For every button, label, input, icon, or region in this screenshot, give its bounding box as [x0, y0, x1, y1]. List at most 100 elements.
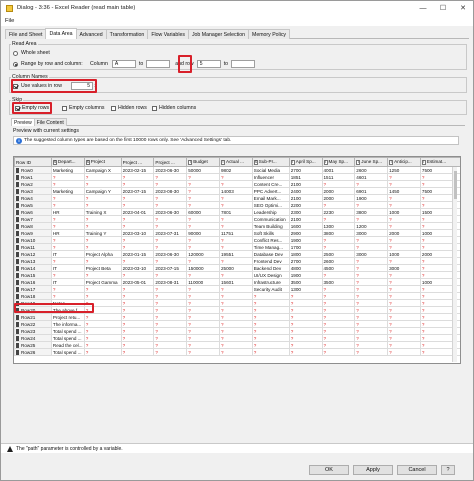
table-cell: 2023-03-10: [120, 264, 155, 272]
table-cell: 2023-08-31: [153, 278, 188, 286]
table-cell: Email Mark...: [251, 194, 290, 202]
tab-file-content[interactable]: File Content: [33, 118, 67, 126]
column-from-field[interactable]: A: [111, 60, 136, 68]
cancel-button[interactable]: Cancel: [397, 465, 437, 475]
tab-transformation[interactable]: Transformation: [105, 29, 149, 39]
table-cell: ?: [186, 313, 220, 321]
table-cell: 3800: [354, 208, 389, 216]
column-header[interactable]: Row ID: [14, 157, 52, 167]
menu-file[interactable]: File: [5, 18, 14, 24]
table-row[interactable]: Row20 The above f...???????????: [14, 306, 460, 314]
table-cell: PPC Advert...: [251, 187, 290, 195]
whole-sheet-radio[interactable]: [13, 50, 18, 56]
column-type-icon: S: [52, 159, 57, 165]
hidden-rows-checkbox[interactable]: [111, 105, 116, 111]
range-radio[interactable]: [13, 61, 18, 67]
ok-button[interactable]: OK: [309, 465, 349, 475]
table-row[interactable]: Row15?????? UI/UX Design 1900????: [14, 271, 460, 279]
tab-file-and-sheet[interactable]: File and Sheet: [5, 29, 47, 39]
tab-job-manager-selection[interactable]: Job Manager Selection: [187, 29, 250, 39]
table-row[interactable]: Row0 Marketing Campaign X 2023-02-15 2023-06…: [14, 166, 460, 174]
use-values-checkbox[interactable]: [13, 83, 18, 89]
row-id-cell: Row21: [14, 313, 52, 321]
spin-down-icon[interactable]: ▼: [94, 86, 98, 89]
header-row-field[interactable]: 5: [71, 82, 93, 90]
table-row[interactable]: Row13?????? Frontend Dev 2700 2600???: [14, 257, 460, 265]
preview-title: Preview with current settings: [13, 128, 80, 134]
table-row[interactable]: Row3 Marketing Campaign Y 2023-07-15 2023-08…: [14, 187, 460, 195]
empty-rows-checkbox[interactable]: [15, 105, 20, 111]
table-row[interactable]: Row8?????? Team Building 1600 1300 1200??: [14, 222, 460, 230]
table-row[interactable]: Row16 IT Project Gamma 2023-05-01 2023-08-31…: [14, 278, 460, 286]
maximize-icon[interactable]: ☐: [433, 1, 453, 15]
table-row[interactable]: Row4?????? Email Mark... 2100 2000 1900??: [14, 194, 460, 202]
tab-preview[interactable]: Preview: [11, 118, 35, 126]
row-id-cell: Row11: [14, 243, 52, 251]
table-cell: SEO Optimi...: [251, 201, 290, 209]
table-cell: 2023-08-30: [153, 187, 188, 195]
table-cell: HR: [50, 208, 85, 216]
table-cell: 2000: [387, 229, 421, 237]
column-header[interactable]: I Anticip...: [387, 157, 421, 167]
table-row[interactable]: Row26 Total spend ...???????????: [14, 348, 460, 356]
table-row[interactable]: Row17?????? Security Audit 1300????: [14, 285, 460, 293]
table-row[interactable]: Row1?????? Influencer 1851 1511 4601??: [14, 173, 460, 181]
table-row[interactable]: Row22 The informa...???????????: [14, 320, 460, 328]
table-row[interactable]: Row11?????? Time Manag... 1700????: [14, 243, 460, 251]
table-cell: ?: [354, 320, 389, 328]
scrollbar-thumb[interactable]: [454, 171, 457, 199]
table-row[interactable]: Row6 HR Training X 2023-04-01 2023-06-30 6000…: [14, 208, 460, 216]
table-row[interactable]: Row14 IT Project Beta 2023-03-10 2023-07-15 1…: [14, 264, 460, 272]
empty-columns-checkbox[interactable]: [62, 105, 67, 111]
column-header[interactable]: S Depart...: [50, 157, 85, 167]
table-cell: ?: [354, 278, 389, 286]
use-values-option[interactable]: Use values in row 5 ▲ ▼: [13, 82, 98, 90]
table-cell: Project Alpha: [83, 250, 122, 258]
help-button[interactable]: ?: [441, 465, 455, 475]
close-icon[interactable]: ✕: [453, 1, 473, 15]
table-cell: ?: [50, 257, 85, 265]
table-row[interactable]: Row12 IT Project Alpha 2023-01-15 2023-06-30…: [14, 250, 460, 258]
tab-data-area[interactable]: Data Area: [45, 28, 77, 39]
table-cell: Leadership: [251, 208, 290, 216]
tab-flow-variables[interactable]: Flow Variables: [147, 29, 189, 39]
table-row[interactable]: Row19 Notes???????????: [14, 299, 460, 307]
table-cell: ?: [251, 334, 290, 342]
column-header[interactable]: I May Sp...: [321, 157, 356, 167]
title-bar[interactable]: Dialog - 3:36 - Excel Reader (read main …: [1, 1, 473, 15]
column-header[interactable]: I Actual ...: [219, 157, 253, 167]
column-header[interactable]: I Estimat...: [419, 157, 460, 167]
row-to-field[interactable]: [231, 60, 256, 68]
table-row[interactable]: Row10?????? Conflict Res... 1900????: [14, 236, 460, 244]
table-row[interactable]: Row5?????? SEO Optimi... 2200????: [14, 201, 460, 209]
column-header[interactable]: Project ...: [153, 157, 188, 167]
table-row[interactable]: Row25 Read the cel...???????????: [14, 341, 460, 349]
table-row[interactable]: Row18????????????: [14, 292, 460, 300]
column-to-field[interactable]: [146, 60, 171, 68]
minimize-icon[interactable]: —: [413, 1, 433, 15]
header-row-spinner[interactable]: ▲ ▼: [94, 82, 98, 90]
table-row[interactable]: Row9 HR Training Y 2023-03-10 2023-07-31 9000…: [14, 229, 460, 237]
table-cell: ?: [83, 327, 122, 335]
table-row[interactable]: Row21 Project retu...???????????: [14, 313, 460, 321]
whole-sheet-option[interactable]: Whole sheet: [13, 50, 50, 56]
tab-advanced[interactable]: Advanced: [75, 29, 107, 39]
apply-button[interactable]: Apply: [353, 465, 393, 475]
column-header[interactable]: Project ...: [120, 157, 155, 167]
vertical-scrollbar[interactable]: [452, 167, 457, 362]
hidden-columns-checkbox[interactable]: [152, 105, 157, 111]
column-header[interactable]: S Project: [83, 157, 122, 167]
row-from-field[interactable]: 5: [196, 60, 221, 68]
tab-memory-policy[interactable]: Memory Policy: [248, 29, 291, 39]
table-row[interactable]: Row7?????? Communication 2100????: [14, 215, 460, 223]
table-cell: ?: [120, 313, 155, 321]
table-row[interactable]: Row2?????? Content Cre... 2100????: [14, 180, 460, 188]
column-header[interactable]: I Budget: [186, 157, 220, 167]
table-row[interactable]: Row24 Total spend ...???????????: [14, 334, 460, 342]
column-header[interactable]: S Sub-Pr...: [251, 157, 290, 167]
column-header[interactable]: I June Sp...: [354, 157, 389, 167]
table-row[interactable]: Row23 Total spend ...???????????: [14, 327, 460, 335]
preview-table[interactable]: Row ID S Depart... S Project Project ... Proje…: [13, 156, 461, 364]
column-header[interactable]: I April Sp...: [288, 157, 323, 167]
table-cell: Social Media: [251, 166, 290, 174]
